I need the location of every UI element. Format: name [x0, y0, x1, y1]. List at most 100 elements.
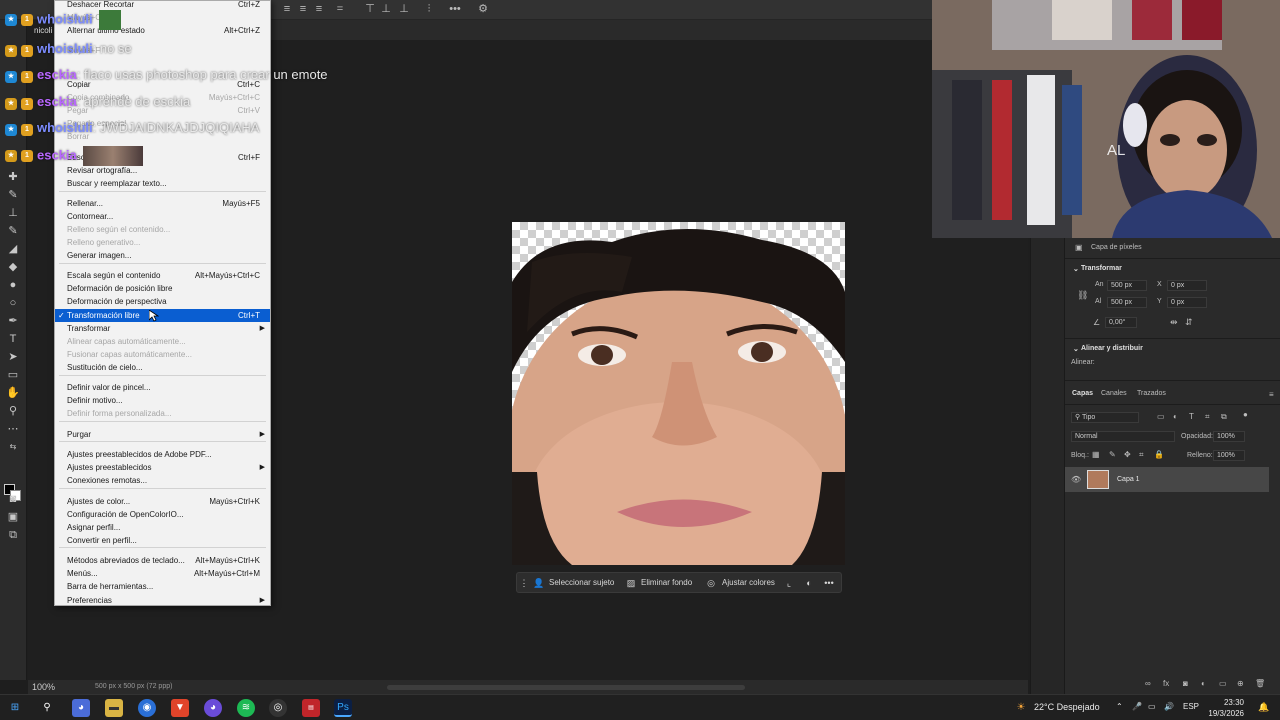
align-left-icon[interactable]: ≡ — [281, 3, 293, 15]
lock-transparency-icon[interactable]: ▦ — [1092, 450, 1100, 459]
quick-mask-icon[interactable]: ◙ — [6, 492, 20, 506]
document-canvas[interactable] — [512, 222, 845, 565]
type-icon[interactable]: T — [6, 332, 20, 346]
align-center-icon[interactable]: ≡ — [297, 3, 309, 15]
photoshop-taskbar-icon[interactable]: Ps — [334, 699, 352, 717]
align-right-icon[interactable]: ≡ — [313, 3, 325, 15]
language-indicator[interactable]: ESP — [1183, 702, 1199, 711]
hand-icon[interactable]: ✋ — [6, 386, 20, 400]
history-brush-icon[interactable]: ✎ — [6, 224, 20, 238]
visibility-eye-icon[interactable]: 👁 — [1071, 475, 1081, 484]
align-bottom-icon[interactable]: ⊥ — [398, 3, 410, 15]
crop-icon[interactable]: ⌞ — [783, 576, 795, 590]
zoom-icon[interactable]: ⚲ — [6, 404, 20, 418]
path-select-icon[interactable]: ➤ — [6, 350, 20, 364]
menu-item[interactable]: ✓ Transformación libre Ctrl+T — [55, 309, 270, 322]
link-icon[interactable]: ⛓ — [1077, 290, 1088, 301]
mask-icon[interactable]: ◙ — [1183, 679, 1188, 688]
healing-brush-icon[interactable]: ✚ — [6, 170, 20, 184]
menu-item[interactable]: Definir valor de pincel... — [55, 381, 270, 394]
x-field[interactable]: 0 px — [1167, 280, 1207, 291]
search-icon[interactable]: ⚲ — [38, 699, 56, 717]
align-section-title[interactable]: Alinear y distribuir — [1081, 345, 1143, 352]
app-icon[interactable]: ▤ — [302, 699, 320, 717]
trash-icon[interactable]: 🗑 — [1255, 679, 1265, 688]
transform-section-title[interactable]: Transformar — [1081, 265, 1122, 272]
menu-item[interactable]: Ajustes preestablecidos de Adobe PDF... — [55, 448, 270, 461]
menu-item[interactable]: Barra de herramientas... — [55, 580, 270, 593]
lock-artboard-icon[interactable]: ⌗ — [1139, 450, 1144, 460]
blend-mode-select[interactable]: Normal — [1071, 431, 1175, 442]
tab-layers[interactable]: Capas — [1072, 390, 1093, 397]
menu-item[interactable]: Escala según el contenido Alt+Mayús+Ctrl+… — [55, 269, 270, 282]
paint-bucket-icon[interactable]: ◆ — [6, 260, 20, 274]
adjust-icon[interactable]: ◐ — [803, 576, 815, 590]
menu-item[interactable]: Ajustes preestablecidos ▶ — [55, 461, 270, 474]
filter-adjust-icon[interactable]: ◐ — [1173, 412, 1178, 421]
distribute-vertical-icon[interactable]: ⫶ — [423, 3, 435, 15]
menu-item[interactable]: Definir motivo... — [55, 394, 270, 407]
menu-item[interactable]: Preferencias ▶ — [55, 594, 270, 607]
weather-text[interactable]: 22°C Despejado — [1034, 702, 1100, 712]
distribute-icon[interactable]: = — [334, 3, 346, 15]
filter-pixel-icon[interactable]: ▭ — [1157, 412, 1165, 421]
new-layer-icon[interactable]: ⊕ — [1237, 679, 1244, 688]
panel-menu-icon[interactable]: ≡ — [1269, 390, 1274, 399]
spotify-icon[interactable]: ≋ — [237, 699, 255, 717]
notifications-icon[interactable]: 🔔 — [1258, 702, 1269, 713]
collapse-icon[interactable]: ⌄ — [1073, 265, 1079, 273]
menu-item[interactable]: Métodos abreviados de teclado... Alt+Mayú… — [55, 554, 270, 567]
clock[interactable]: 23:30 19/3/2026 — [1204, 697, 1244, 719]
zoom-level[interactable]: 100% — [32, 682, 55, 692]
volume-icon[interactable]: 🔊 — [1164, 702, 1174, 711]
swap-colors-icon[interactable]: ⇆ — [6, 440, 20, 454]
y-field[interactable]: 0 px — [1167, 297, 1207, 308]
chevron-up-icon[interactable]: ⌃ — [1116, 702, 1123, 711]
more-tools-icon[interactable]: ⋯ — [6, 422, 20, 436]
filter-smart-icon[interactable]: ⧉ — [1221, 412, 1227, 422]
lock-all-icon[interactable]: 🔒 — [1154, 450, 1164, 459]
remove-bg-button[interactable]: Eliminar fondo — [641, 576, 692, 590]
menu-item[interactable]: Convertir en perfil... — [55, 534, 270, 547]
menu-item[interactable]: Sustitución de cielo... — [55, 361, 270, 374]
align-middle-icon[interactable]: ⊥ — [380, 3, 392, 15]
menu-item[interactable]: Deformación de posición libre — [55, 282, 270, 295]
select-subject-button[interactable]: Seleccionar sujeto — [549, 576, 614, 590]
dodge-icon[interactable]: ○ — [6, 296, 20, 310]
stamp-icon[interactable]: ⊥ — [6, 206, 20, 220]
height-field[interactable]: 500 px — [1107, 297, 1147, 308]
discord-icon[interactable]: ◕ — [204, 699, 222, 717]
filter-shape-icon[interactable]: ⌗ — [1205, 412, 1210, 422]
menu-item[interactable]: Menús... Alt+Mayús+Ctrl+M — [55, 567, 270, 580]
align-top-icon[interactable]: ⊤ — [364, 3, 376, 15]
menu-item[interactable]: Purgar ▶ — [55, 428, 270, 441]
menu-item[interactable]: Contornear... — [55, 210, 270, 223]
horizontal-scrollbar[interactable] — [387, 685, 745, 690]
lock-position-icon[interactable]: ✥ — [1124, 450, 1131, 459]
width-field[interactable]: 500 px — [1107, 280, 1147, 291]
tab-channels[interactable]: Canales — [1101, 390, 1127, 397]
adjust-colors-button[interactable]: Ajustar colores — [722, 576, 775, 590]
menu-item[interactable]: Configuración de OpenColorIO... — [55, 508, 270, 521]
extra-tool-icon[interactable]: ⧉ — [6, 528, 20, 542]
fill-field[interactable]: 100% — [1213, 450, 1245, 461]
more-options-icon[interactable]: ••• — [449, 3, 461, 15]
eraser-icon[interactable]: ◢ — [6, 242, 20, 256]
layer-row[interactable]: 👁 Capa 1 — [1065, 467, 1269, 492]
layer-name[interactable]: Capa 1 — [1117, 476, 1140, 483]
lock-pixels-icon[interactable]: ✎ — [1109, 450, 1116, 459]
menu-item[interactable]: Buscar y reemplazar texto... — [55, 177, 270, 190]
blur-icon[interactable]: ● — [6, 278, 20, 292]
menu-item[interactable]: Transformar ▶ — [55, 322, 270, 335]
rectangle-icon[interactable]: ▭ — [6, 368, 20, 382]
flip-horizontal-icon[interactable]: ⇹ — [1170, 317, 1178, 328]
brave-icon[interactable]: ▼ — [171, 699, 189, 717]
pen-icon[interactable]: ✒ — [6, 314, 20, 328]
menu-item[interactable]: Ajustes de color... Mayús+Ctrl+K — [55, 495, 270, 508]
copilot-icon[interactable]: ◕ — [72, 699, 90, 717]
adjustment-layer-icon[interactable]: ◐ — [1201, 679, 1206, 688]
tab-paths[interactable]: Trazados — [1137, 390, 1166, 397]
menu-item[interactable]: Asignar perfil... — [55, 521, 270, 534]
drag-handle-icon[interactable]: ⋮ — [518, 576, 530, 590]
gear-icon[interactable]: ⚙ — [477, 3, 489, 15]
